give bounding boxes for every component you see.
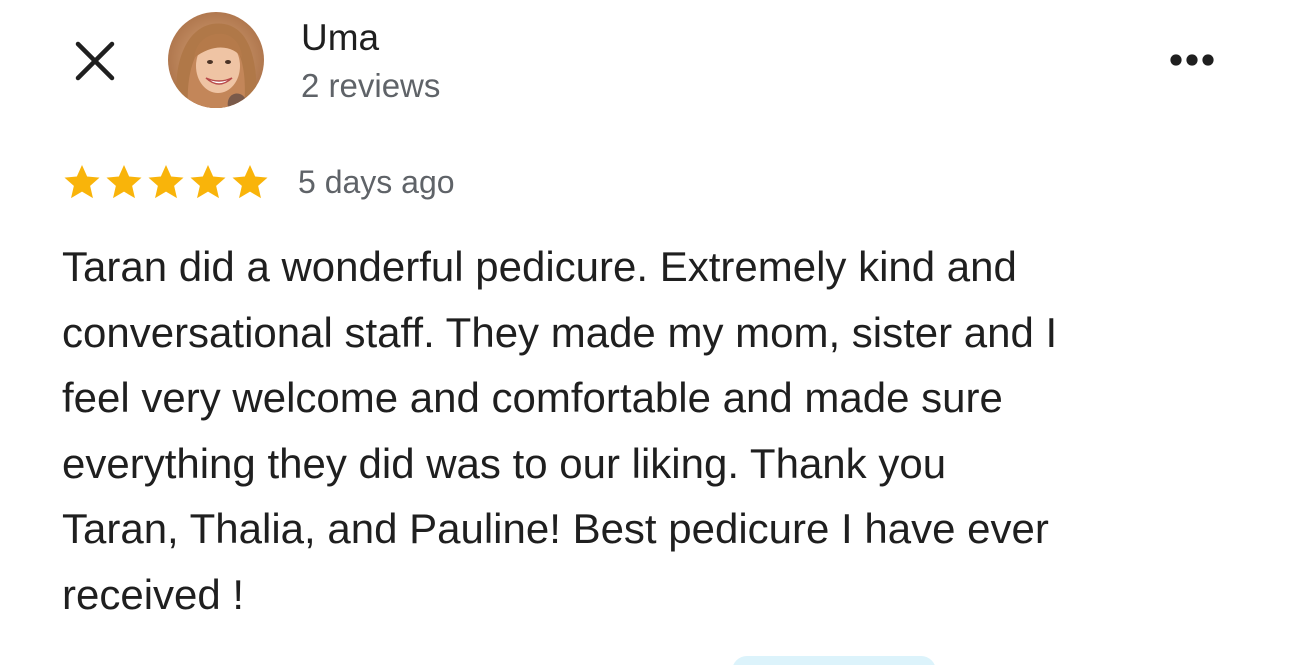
review-text-line: Taran, Thalia, and Pauline! Best pedicur… — [62, 505, 1049, 553]
review-time: 5 days ago — [298, 163, 455, 200]
star-icon — [190, 165, 226, 199]
bottom-pill[interactable] — [732, 656, 936, 665]
star-icon — [64, 165, 100, 199]
reviewer-review-count: 2 reviews — [301, 67, 441, 104]
review-text-line: conversational staff. They made my mom, … — [62, 308, 1058, 356]
review-text-line: Taran did a wonderful pedicure. Extremel… — [62, 243, 1017, 290]
review-text-line: everything they did was to our liking. T… — [62, 439, 947, 487]
more-options-button[interactable] — [1160, 44, 1224, 76]
star-icon — [232, 165, 268, 199]
close-button[interactable] — [70, 38, 120, 88]
more-horizontal-icon — [1170, 54, 1214, 66]
review-text: Taran did a wonderful pedicure. Extremel… — [62, 234, 1242, 628]
star-rating — [62, 162, 270, 202]
reviewer-photo — [168, 12, 264, 108]
star-icon — [148, 165, 184, 199]
review-detail-screen: Uma 2 reviews 5 days ago Taran did a won… — [0, 0, 1290, 665]
close-icon — [75, 41, 115, 81]
review-text-line: received ! — [62, 570, 245, 618]
review-text-line: feel very welcome and comfortable and ma… — [62, 374, 1003, 422]
avatar[interactable] — [168, 12, 264, 108]
star-icon — [106, 165, 142, 199]
rating-row: 5 days ago — [62, 160, 455, 204]
reviewer-name[interactable]: Uma — [301, 16, 379, 60]
